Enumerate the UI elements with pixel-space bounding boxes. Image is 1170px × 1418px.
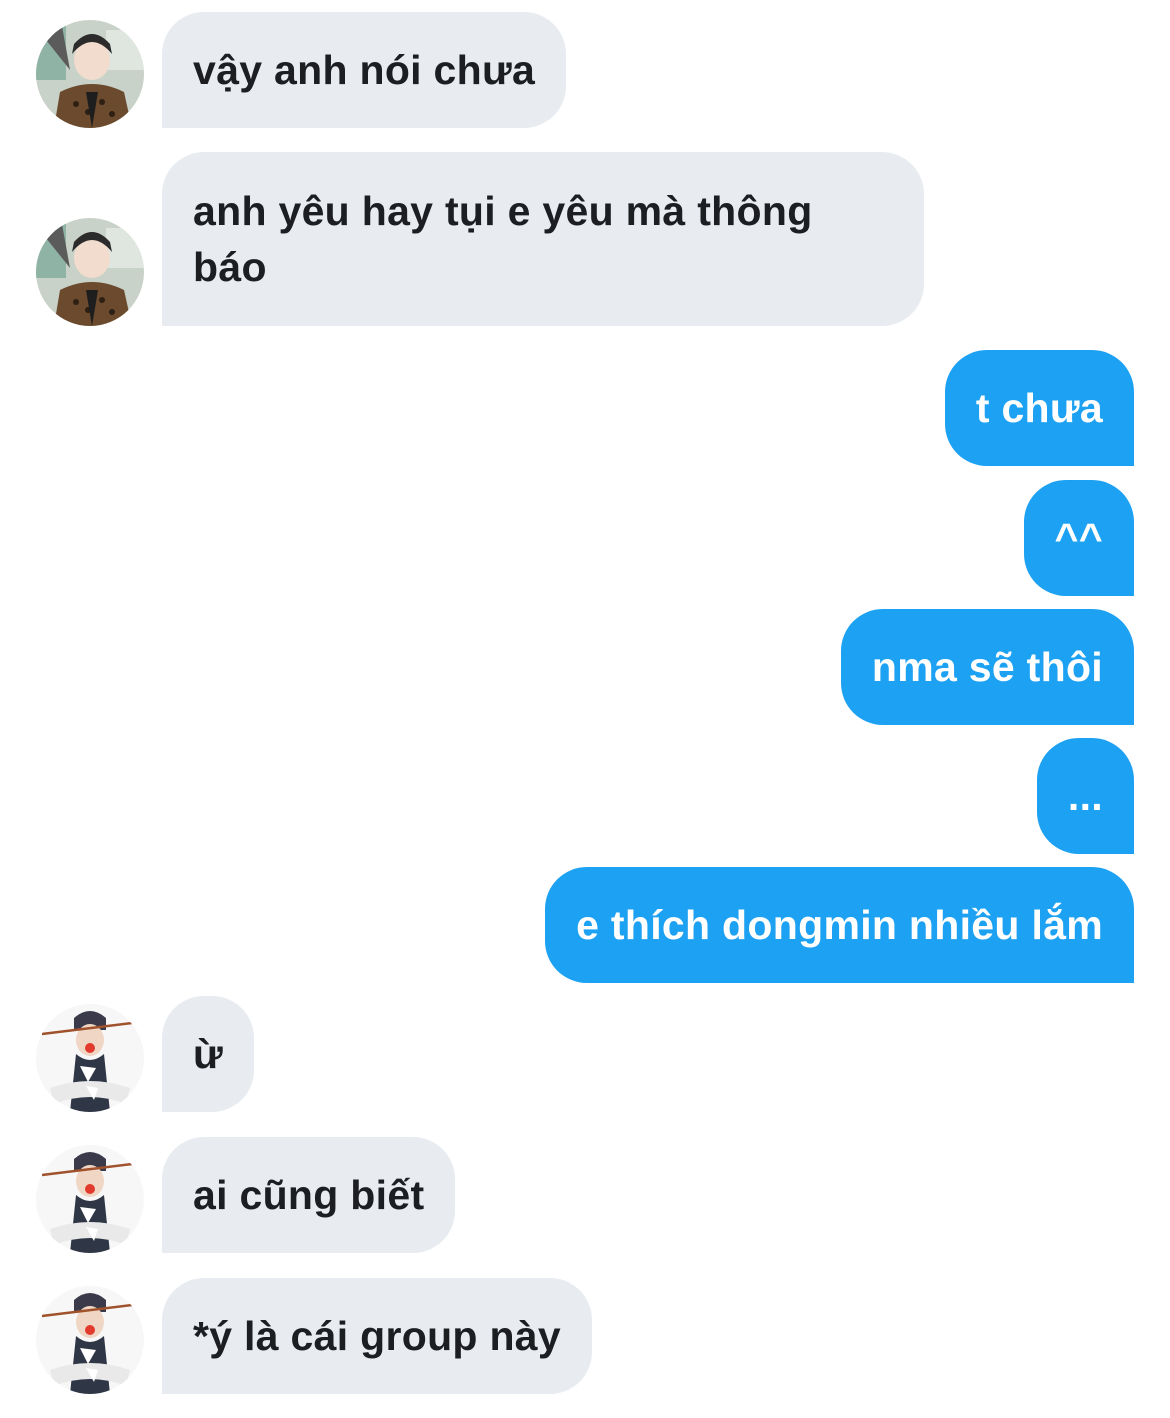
message-bubble-incoming[interactable]: vậy anh nói chưa bbox=[162, 12, 567, 128]
message-bubble-outgoing[interactable]: ... bbox=[1036, 738, 1134, 854]
message-bubble-incoming[interactable]: *ý là cái group này bbox=[162, 1278, 592, 1394]
message-text: ... bbox=[1067, 773, 1103, 819]
contact-b-avatar-icon[interactable] bbox=[36, 1145, 144, 1253]
message-text: vậy anh nói chưa bbox=[193, 47, 536, 93]
message-bubble-incoming[interactable]: ai cũng biết bbox=[162, 1137, 456, 1253]
contact-a-avatar-icon[interactable] bbox=[36, 218, 144, 326]
contact-a-avatar-icon[interactable] bbox=[36, 20, 144, 128]
message-text: ừ bbox=[193, 1031, 223, 1077]
message-bubble-outgoing[interactable]: nma sẽ thôi bbox=[840, 609, 1134, 725]
message-text: ^^ bbox=[1054, 515, 1103, 561]
contact-b-avatar-icon[interactable] bbox=[36, 1286, 144, 1394]
contact-b-avatar-icon[interactable] bbox=[36, 1004, 144, 1112]
message-text: *ý là cái group này bbox=[193, 1313, 561, 1359]
message-text: t chưa bbox=[975, 385, 1103, 431]
message-bubble-outgoing[interactable]: ^^ bbox=[1023, 480, 1134, 596]
message-bubble-incoming[interactable]: anh yêu hay tụi e yêu mà thông báo bbox=[162, 152, 924, 326]
message-text: nma sẽ thôi bbox=[871, 644, 1103, 690]
message-text: ai cũng biết bbox=[193, 1172, 425, 1218]
message-bubble-incoming[interactable]: ừ bbox=[162, 996, 254, 1112]
message-bubble-outgoing[interactable]: t chưa bbox=[944, 350, 1134, 466]
message-text: e thích dongmin nhiều lắm bbox=[576, 902, 1103, 948]
message-text: anh yêu hay tụi e yêu mà thông báo bbox=[193, 188, 813, 290]
message-bubble-outgoing[interactable]: e thích dongmin nhiều lắm bbox=[545, 867, 1134, 983]
